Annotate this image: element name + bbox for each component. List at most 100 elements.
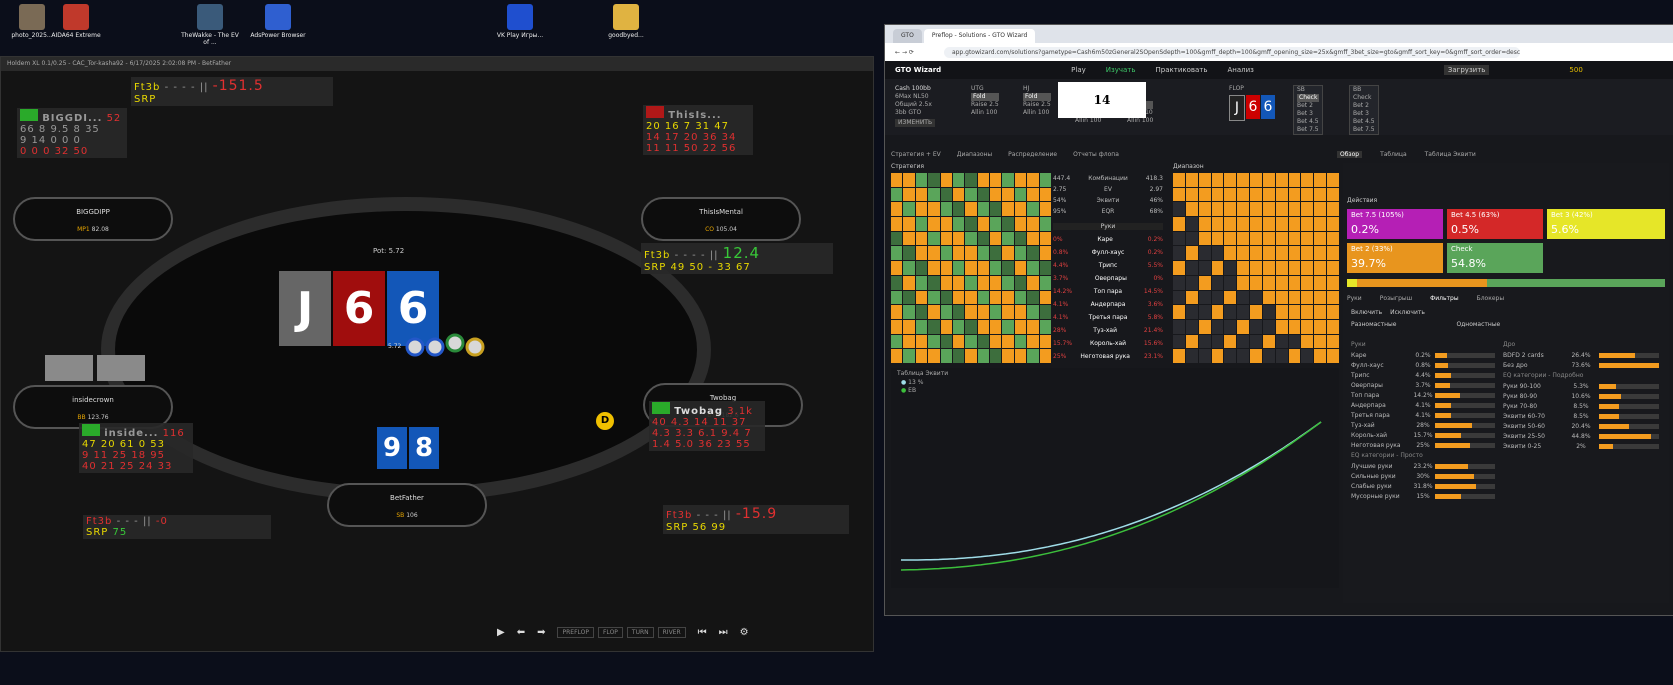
range-cell[interactable] xyxy=(903,173,915,187)
range-cell[interactable] xyxy=(1002,349,1014,363)
range-cell[interactable] xyxy=(1211,246,1224,261)
range-cell[interactable] xyxy=(1014,275,1027,290)
next-icon[interactable]: ➡ xyxy=(537,627,545,638)
last-icon[interactable]: ⏭ xyxy=(719,627,728,638)
range-cell[interactable] xyxy=(1173,334,1185,349)
range-cell[interactable] xyxy=(1224,349,1237,363)
player-seat[interactable]: BetFather SB 106 xyxy=(327,483,487,527)
range-cell[interactable] xyxy=(1185,173,1198,187)
range-cell[interactable] xyxy=(940,217,952,231)
action-option[interactable]: Bet 4.5 xyxy=(1297,118,1319,126)
range-cell[interactable] xyxy=(928,202,940,217)
range-cell[interactable] xyxy=(965,305,977,319)
range-cell[interactable] xyxy=(928,290,940,305)
range-cell[interactable] xyxy=(903,231,915,246)
range-cell[interactable] xyxy=(990,246,1002,261)
range-cell[interactable] xyxy=(1301,275,1314,290)
range-cell[interactable] xyxy=(1027,319,1039,334)
action-option[interactable]: Allin 100 xyxy=(1075,117,1101,125)
range-cell[interactable] xyxy=(1288,261,1301,275)
range-cell[interactable] xyxy=(1198,349,1211,363)
range-cell[interactable] xyxy=(1198,187,1211,202)
poker-client-window[interactable]: Holdem XL 0.1/0.25 - CAC_Tor-kasha92 - 6… xyxy=(0,56,874,652)
range-cell[interactable] xyxy=(1039,261,1051,275)
range-cell[interactable] xyxy=(915,349,928,363)
range-cell[interactable] xyxy=(990,290,1002,305)
config-panel[interactable]: Cash 100bb 6Max NL50 Общий 2.5x 3bb GTO … xyxy=(895,85,936,127)
range-cell[interactable] xyxy=(1039,349,1051,363)
range-cell[interactable] xyxy=(1224,231,1237,246)
range-cell[interactable] xyxy=(903,290,915,305)
range-cell[interactable] xyxy=(1198,173,1211,187)
range-cell[interactable] xyxy=(903,334,915,349)
range-cell[interactable] xyxy=(1173,246,1185,261)
range-cell[interactable] xyxy=(1262,349,1275,363)
hud-twobag[interactable]: Twobag 3.1k 40 4.3 14 11 37 4.3 3.3 6.1 … xyxy=(649,401,765,451)
range-cell[interactable] xyxy=(1224,261,1237,275)
range-cell[interactable] xyxy=(1250,334,1262,349)
hud-right-mid[interactable]: Ft3b - - - - || 12.4 SRP 49 50 - 33 67 xyxy=(641,243,833,274)
action-option[interactable]: Bet 7.5 xyxy=(1353,126,1375,134)
range-cell[interactable] xyxy=(1327,261,1339,275)
range-cell[interactable] xyxy=(1027,217,1039,231)
range-cell[interactable] xyxy=(891,305,903,319)
range-cell[interactable] xyxy=(940,261,952,275)
range-cell[interactable] xyxy=(915,246,928,261)
filter-row[interactable]: Фулл-хаус 0.8% xyxy=(1351,360,1495,370)
range-cell[interactable] xyxy=(1185,305,1198,319)
action-option[interactable]: Bet 2 xyxy=(1297,102,1319,110)
range-cell[interactable] xyxy=(1039,305,1051,319)
range-cell[interactable] xyxy=(965,246,977,261)
range-cell[interactable] xyxy=(1211,217,1224,231)
range-cell[interactable] xyxy=(1185,246,1198,261)
range-cell[interactable] xyxy=(1314,246,1327,261)
range-cell[interactable] xyxy=(1198,231,1211,246)
range-cell[interactable] xyxy=(1250,173,1262,187)
action-column[interactable]: HJ Fold Raise 2.5 Allin 100 xyxy=(1023,85,1051,117)
range-cell[interactable] xyxy=(1262,334,1275,349)
range-cell[interactable] xyxy=(1014,173,1027,187)
range-cell[interactable] xyxy=(1262,246,1275,261)
range-cell[interactable] xyxy=(1301,319,1314,334)
range-cell[interactable] xyxy=(915,261,928,275)
range-cell[interactable] xyxy=(1250,275,1262,290)
range-cell[interactable] xyxy=(1002,187,1014,202)
range-cell[interactable] xyxy=(1288,217,1301,231)
action-option[interactable]: Bet 7.5 xyxy=(1297,126,1319,134)
range-cell[interactable] xyxy=(1262,319,1275,334)
range-cell[interactable] xyxy=(1039,246,1051,261)
action-column[interactable]: BB Check Bet 2 Bet 3 Bet 4.5 Bet 7.5 xyxy=(1349,85,1379,135)
range-cell[interactable] xyxy=(891,349,903,363)
range-cell[interactable] xyxy=(990,334,1002,349)
range-cell[interactable] xyxy=(928,246,940,261)
action-option[interactable]: Bet 2 xyxy=(1353,102,1375,110)
forward-icon[interactable]: → xyxy=(902,49,907,56)
range-cell[interactable] xyxy=(891,334,903,349)
range-cell[interactable] xyxy=(1039,187,1051,202)
range-cell[interactable] xyxy=(965,290,977,305)
filter-row[interactable]: Руки 70-80 8.5% xyxy=(1503,401,1659,411)
range-cell[interactable] xyxy=(1288,202,1301,217)
range-cell[interactable] xyxy=(940,202,952,217)
range-cell[interactable] xyxy=(1237,261,1250,275)
edit-config-button[interactable]: ИЗМЕНИТЬ xyxy=(895,119,936,127)
range-cell[interactable] xyxy=(1185,334,1198,349)
range-cell[interactable] xyxy=(1237,231,1250,246)
range-cell[interactable] xyxy=(990,349,1002,363)
range-cell[interactable] xyxy=(928,319,940,334)
range-cell[interactable] xyxy=(977,173,990,187)
suit-filter-suited[interactable]: Одномастные xyxy=(1456,321,1500,328)
range-cell[interactable] xyxy=(891,202,903,217)
range-cell[interactable] xyxy=(1224,275,1237,290)
exclude-filter[interactable]: Исключить xyxy=(1390,309,1425,316)
range-cell[interactable] xyxy=(940,305,952,319)
range-cell[interactable] xyxy=(1237,187,1250,202)
range-cell[interactable] xyxy=(977,334,990,349)
range-cell[interactable] xyxy=(1288,334,1301,349)
range-cell[interactable] xyxy=(1224,173,1237,187)
range-cell[interactable] xyxy=(891,319,903,334)
range-cell[interactable] xyxy=(977,217,990,231)
url-text[interactable]: app.gtowizard.com/solutions?gametype=Cas… xyxy=(943,46,1520,58)
hud-left-bottom[interactable]: Ft3b - - - || -0 SRP 75 xyxy=(83,515,271,539)
filter-row[interactable]: Эквити 0-25 2% xyxy=(1503,441,1659,451)
